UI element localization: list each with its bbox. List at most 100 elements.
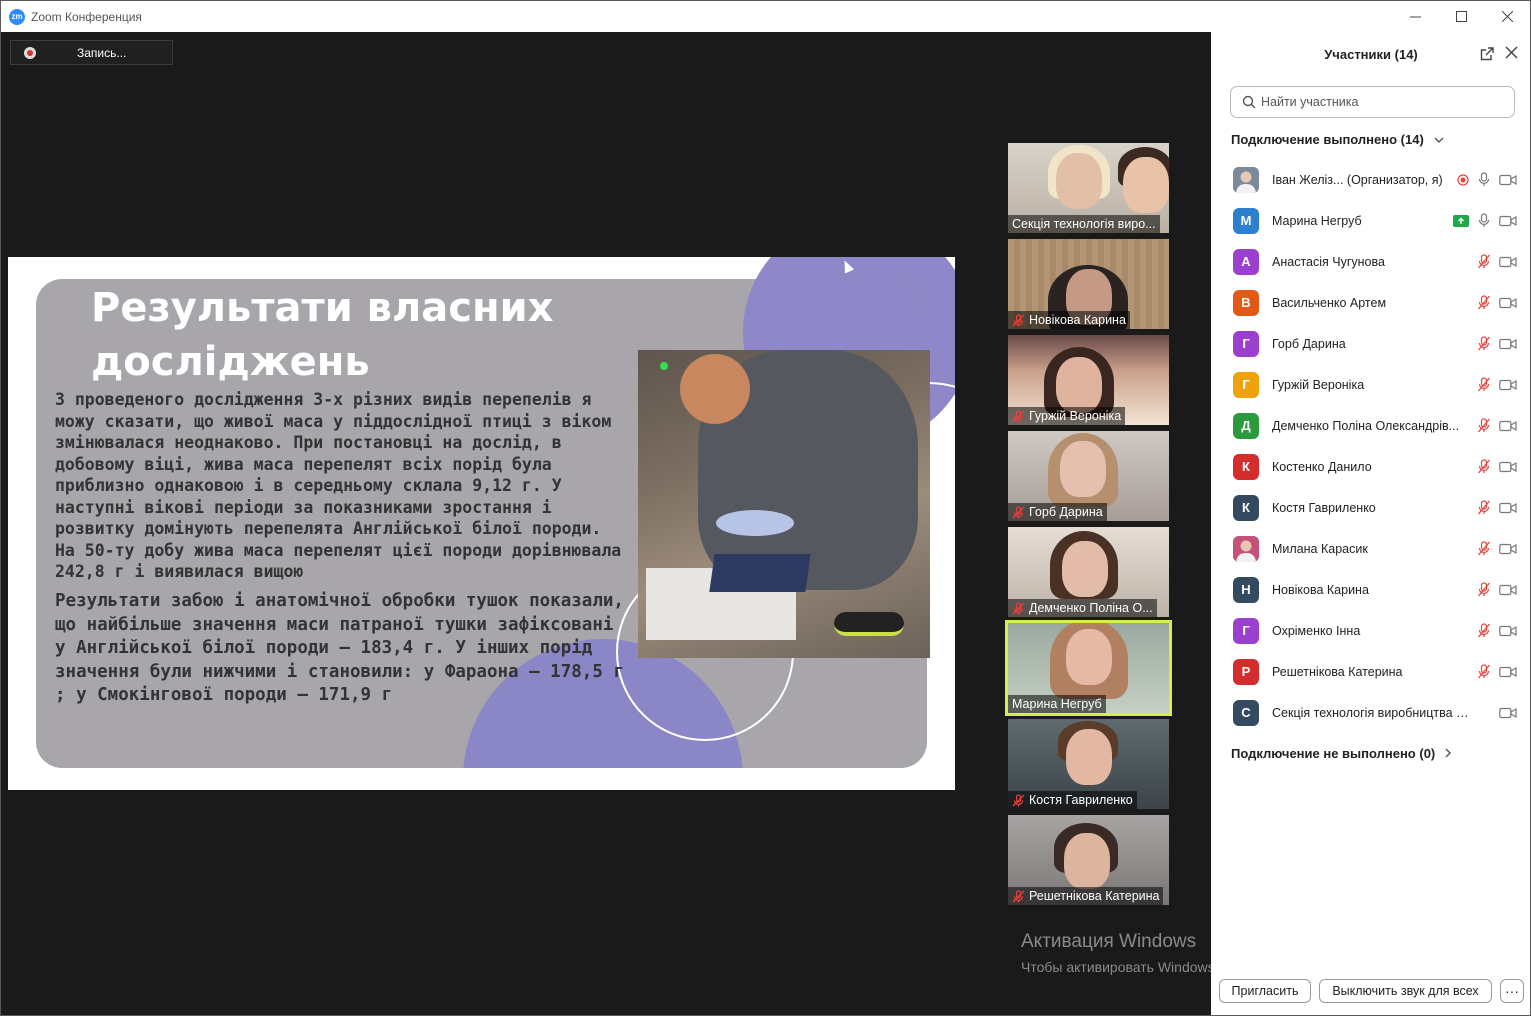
video-thumbnail[interactable]: Новікова Карина — [1008, 239, 1169, 329]
microphone-muted-icon[interactable] — [1477, 418, 1491, 433]
not-connected-section-header[interactable]: Подключение не выполнено (0) — [1231, 746, 1452, 761]
microphone-icon[interactable] — [1477, 172, 1491, 187]
participant-status-icons — [1469, 336, 1517, 351]
connected-section-label: Подключение выполнено (14) — [1231, 132, 1424, 147]
participant-row[interactable]: С Секція технологія виробництва про... — [1211, 692, 1530, 733]
participant-status-icons — [1469, 254, 1517, 269]
participant-name: Решетнікова Катерина — [1272, 664, 1403, 679]
participant-name: Костя Гавриленко — [1272, 500, 1376, 515]
recording-indicator[interactable]: Запись... — [10, 40, 173, 65]
microphone-icon[interactable] — [1477, 213, 1491, 228]
video-thumbnail[interactable]: Демченко Поліна О... — [1008, 527, 1169, 617]
video-thumbnail[interactable]: Решетнікова Катерина — [1008, 815, 1169, 905]
avatar: М — [1233, 207, 1259, 234]
video-thumbnail-label: Гуржій Вероніка — [1008, 407, 1126, 425]
mute-all-button[interactable]: Выключить звук для всех — [1319, 979, 1492, 1003]
avatar: Р — [1233, 658, 1259, 685]
participant-name: Костенко Данило — [1272, 459, 1372, 474]
participant-row[interactable]: Г Гуржій Вероніка — [1211, 364, 1530, 405]
participant-row[interactable]: А Анастасія Чугунова — [1211, 241, 1530, 282]
camera-off-icon[interactable] — [1499, 461, 1517, 473]
popout-icon[interactable] — [1479, 46, 1495, 62]
participant-name: Демченко Поліна Олександрів... — [1272, 418, 1460, 433]
participant-row[interactable]: Милана Карасик — [1211, 528, 1530, 569]
camera-off-icon[interactable] — [1499, 584, 1517, 596]
camera-off-icon[interactable] — [1499, 256, 1517, 268]
participant-name: Васильченко Артем — [1272, 295, 1387, 310]
minimize-icon[interactable] — [1392, 1, 1438, 32]
camera-off-icon[interactable] — [1499, 625, 1517, 637]
video-thumbnail-label: Горб Дарина — [1008, 503, 1107, 521]
video-thumbnail-label: Секція технологія виро... — [1008, 215, 1160, 233]
mic-muted-icon — [1012, 505, 1025, 519]
avatar: Г — [1233, 617, 1259, 644]
video-thumbnail[interactable]: Марина Негруб — [1005, 620, 1172, 716]
thumbnail-name: Секція технологія виро... — [1012, 217, 1156, 231]
search-input[interactable] — [1261, 95, 1501, 109]
shared-screen-slide: Результати власних досліджень З проведен… — [8, 257, 955, 790]
microphone-muted-icon[interactable] — [1477, 336, 1491, 351]
camera-off-icon[interactable] — [1499, 338, 1517, 350]
participant-name: Гуржій Вероніка — [1272, 377, 1365, 392]
participant-row[interactable]: Р Решетнікова Катерина — [1211, 651, 1530, 692]
participant-status-icons — [1469, 418, 1517, 433]
avatar: С — [1233, 699, 1259, 726]
participant-status-icons — [1469, 500, 1517, 515]
close-window-icon[interactable] — [1484, 1, 1530, 32]
participants-panel: Участники (14) Подключение выполнено (14… — [1211, 32, 1530, 1015]
participant-row[interactable]: В Васильченко Артем — [1211, 282, 1530, 323]
microphone-muted-icon[interactable] — [1477, 295, 1491, 310]
search-participant[interactable] — [1230, 86, 1515, 118]
participant-row[interactable]: Д Демченко Поліна Олександрів... — [1211, 405, 1530, 446]
close-panel-icon[interactable] — [1505, 44, 1518, 62]
participant-status-icons — [1469, 459, 1517, 474]
microphone-muted-icon[interactable] — [1477, 541, 1491, 556]
microphone-muted-icon[interactable] — [1477, 623, 1491, 638]
camera-off-icon[interactable] — [1499, 543, 1517, 555]
participant-row[interactable]: Н Новікова Карина — [1211, 569, 1530, 610]
video-thumbnail[interactable]: Секція технологія виро... — [1008, 143, 1169, 233]
participant-status-icons — [1449, 172, 1517, 187]
participant-row[interactable]: К Костя Гавриленко — [1211, 487, 1530, 528]
participant-name: Марина Негруб — [1272, 213, 1362, 228]
microphone-muted-icon[interactable] — [1477, 500, 1491, 515]
camera-off-icon[interactable] — [1499, 379, 1517, 391]
microphone-muted-icon[interactable] — [1477, 459, 1491, 474]
thumbnail-name: Решетнікова Катерина — [1029, 889, 1160, 903]
participant-row[interactable]: Іван Желіз... (Организатор, я) — [1211, 159, 1530, 200]
mic-muted-icon — [1012, 601, 1025, 615]
more-options-button[interactable]: ··· — [1500, 979, 1524, 1003]
video-thumbnail-label: Решетнікова Катерина — [1008, 887, 1164, 905]
video-thumbnail[interactable]: Гуржій Вероніка — [1008, 335, 1169, 425]
microphone-muted-icon[interactable] — [1477, 664, 1491, 679]
maximize-icon[interactable] — [1438, 1, 1484, 32]
invite-button[interactable]: Пригласить — [1219, 979, 1311, 1003]
avatar — [1233, 166, 1259, 193]
microphone-muted-icon[interactable] — [1477, 582, 1491, 597]
participant-row[interactable]: Г Горб Дарина — [1211, 323, 1530, 364]
participant-name: Охріменко Інна — [1272, 623, 1361, 638]
video-thumbnail-label: Костя Гавриленко — [1008, 791, 1137, 809]
video-thumbnail[interactable]: Костя Гавриленко — [1008, 719, 1169, 809]
camera-off-icon[interactable] — [1499, 215, 1517, 227]
participant-row[interactable]: Г Охріменко Інна — [1211, 610, 1530, 651]
microphone-muted-icon[interactable] — [1477, 377, 1491, 392]
participant-status-icons — [1469, 541, 1517, 556]
video-thumbnail-label: Марина Негруб — [1008, 695, 1106, 713]
camera-off-icon[interactable] — [1499, 502, 1517, 514]
connected-section-header[interactable]: Подключение выполнено (14) — [1231, 132, 1444, 147]
video-thumbnail-label: Новікова Карина — [1008, 311, 1130, 329]
camera-off-icon[interactable] — [1499, 297, 1517, 309]
participant-status-icons — [1469, 623, 1517, 638]
camera-off-icon[interactable] — [1499, 174, 1517, 186]
camera-off-icon[interactable] — [1499, 707, 1517, 719]
recording-label: Запись... — [77, 45, 127, 60]
camera-off-icon[interactable] — [1499, 420, 1517, 432]
camera-off-icon[interactable] — [1499, 666, 1517, 678]
participant-row[interactable]: К Костенко Данило — [1211, 446, 1530, 487]
participant-row[interactable]: М Марина Негруб — [1211, 200, 1530, 241]
chevron-right-icon — [1445, 747, 1452, 761]
microphone-muted-icon[interactable] — [1477, 254, 1491, 269]
mic-muted-icon — [1012, 409, 1025, 423]
video-thumbnail[interactable]: Горб Дарина — [1008, 431, 1169, 521]
